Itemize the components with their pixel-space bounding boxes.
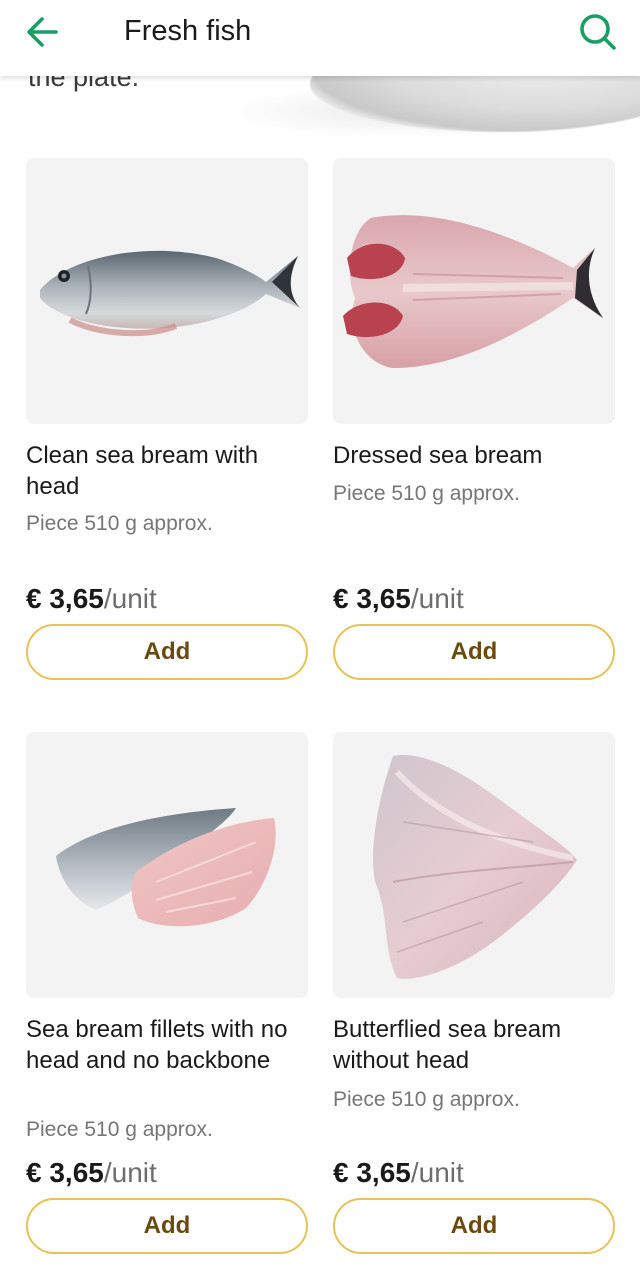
product-weight: Piece 510 g approx. [26, 512, 213, 535]
price-amount: € 3,65 [333, 583, 411, 614]
search-button[interactable] [572, 8, 624, 56]
price-unit: /unit [103, 1157, 157, 1188]
price-unit: /unit [103, 583, 157, 614]
price-amount: € 3,65 [26, 583, 104, 614]
product-price: € 3,65/unit [333, 582, 464, 616]
app-screen: Fresh fish the plate. Clean sea bream wi… [0, 0, 640, 1264]
product-weight: Piece 510 g approx. [333, 482, 520, 505]
price-unit: /unit [410, 1157, 464, 1188]
page-title: Fresh fish [124, 15, 252, 47]
price-amount: € 3,65 [333, 1157, 411, 1188]
product-price: € 3,65/unit [26, 582, 157, 616]
price-amount: € 3,65 [26, 1157, 104, 1188]
product-name[interactable]: Butterflied sea bream without head [333, 1014, 603, 1076]
add-button[interactable]: Add [333, 624, 615, 680]
product-image-sea-bream-fillets[interactable] [26, 732, 308, 998]
search-icon [580, 14, 616, 50]
product-price: € 3,65/unit [333, 1156, 464, 1190]
add-button[interactable]: Add [333, 1198, 615, 1254]
product-weight: Piece 510 g approx. [333, 1088, 520, 1111]
product-image-dressed-sea-bream[interactable] [333, 158, 615, 424]
product-image-butterflied-sea-bream[interactable] [333, 732, 615, 998]
product-image-whole-sea-bream[interactable] [26, 158, 308, 424]
banner-text: the plate. [28, 76, 140, 92]
top-app-bar: Fresh fish [0, 0, 640, 76]
add-button[interactable]: Add [26, 624, 308, 680]
add-button[interactable]: Add [26, 1198, 308, 1254]
back-button[interactable] [18, 10, 66, 54]
product-name[interactable]: Sea bream fillets with no head and no ba… [26, 1014, 296, 1076]
product-weight: Piece 510 g approx. [26, 1118, 213, 1141]
product-name[interactable]: Clean sea bream with head [26, 440, 296, 502]
category-banner: the plate. [0, 76, 640, 146]
arrow-left-icon [27, 17, 58, 47]
product-name[interactable]: Dressed sea bream [333, 440, 603, 471]
price-unit: /unit [410, 583, 464, 614]
product-price: € 3,65/unit [26, 1156, 157, 1190]
